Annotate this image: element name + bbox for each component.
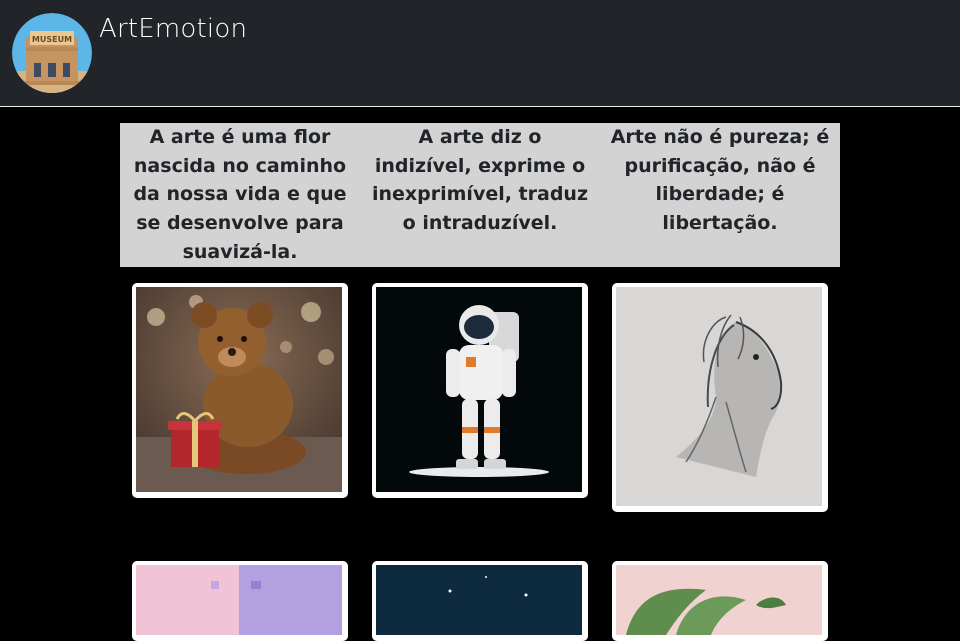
gallery-card-teddy-bear[interactable] xyxy=(132,283,348,498)
quote-1: A arte é uma flor nascida no caminho da … xyxy=(133,126,347,263)
quotes-banner: A arte é uma flor nascida no caminho da … xyxy=(120,123,840,267)
brand-name[interactable]: ArtEmotion xyxy=(99,14,247,44)
gallery-card-pastel-abstract[interactable] xyxy=(132,561,348,641)
museum-logo-icon[interactable]: MUSEUM xyxy=(12,13,92,93)
top-navbar: MUSEUM ArtEmotion xyxy=(0,0,960,107)
teddy-bear-image xyxy=(136,287,342,492)
horse-sketch-image xyxy=(616,287,822,506)
quote-3: Arte não é pureza; é purificação, não é … xyxy=(610,126,830,235)
quote-2: A arte diz o indizível, exprime o inexpr… xyxy=(371,126,589,235)
pastel-abstract-image xyxy=(136,565,342,635)
night-sky-image xyxy=(376,565,582,635)
gallery-card-horse[interactable] xyxy=(612,283,828,512)
gallery-card-astronaut[interactable] xyxy=(372,283,588,498)
gallery-card-night-sky[interactable] xyxy=(372,561,588,641)
gallery-card-green-leaves[interactable] xyxy=(612,561,828,641)
svg-text:MUSEUM: MUSEUM xyxy=(32,35,72,44)
green-leaves-image xyxy=(616,565,822,635)
astronaut-image xyxy=(376,287,582,492)
